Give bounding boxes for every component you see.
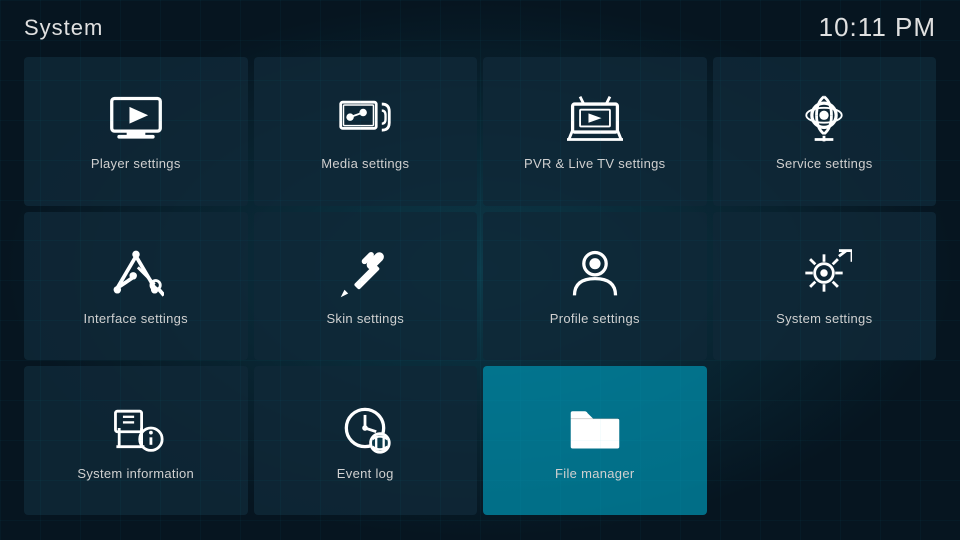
system-settings-icon bbox=[794, 246, 854, 301]
pvr-settings-icon bbox=[565, 91, 625, 146]
tile-service-settings[interactable]: Service settings bbox=[713, 57, 937, 206]
event-log-icon bbox=[335, 401, 395, 456]
tile-system-settings[interactable]: System settings bbox=[713, 212, 937, 361]
file-manager-label: File manager bbox=[555, 466, 634, 481]
header: System 10:11 PM bbox=[0, 0, 960, 51]
tile-player-settings[interactable]: Player settings bbox=[24, 57, 248, 206]
system-information-label: System information bbox=[77, 466, 194, 481]
skin-settings-label: Skin settings bbox=[326, 311, 404, 326]
app-title: System bbox=[24, 15, 103, 41]
tile-system-information[interactable]: System information bbox=[24, 366, 248, 515]
interface-settings-label: Interface settings bbox=[84, 311, 188, 326]
profile-settings-label: Profile settings bbox=[550, 311, 640, 326]
tile-profile-settings[interactable]: Profile settings bbox=[483, 212, 707, 361]
settings-grid: Player settings Media settings PVR & Liv… bbox=[0, 51, 960, 531]
player-settings-label: Player settings bbox=[91, 156, 181, 171]
system-settings-label: System settings bbox=[776, 311, 872, 326]
skin-settings-icon bbox=[335, 246, 395, 301]
tile-interface-settings[interactable]: Interface settings bbox=[24, 212, 248, 361]
tile-pvr-settings[interactable]: PVR & Live TV settings bbox=[483, 57, 707, 206]
player-settings-icon bbox=[106, 91, 166, 146]
service-settings-label: Service settings bbox=[776, 156, 873, 171]
file-manager-icon bbox=[565, 401, 625, 456]
profile-settings-icon bbox=[565, 246, 625, 301]
tile-skin-settings[interactable]: Skin settings bbox=[254, 212, 478, 361]
tile-media-settings[interactable]: Media settings bbox=[254, 57, 478, 206]
media-settings-icon bbox=[335, 91, 395, 146]
tile-file-manager[interactable]: File manager bbox=[483, 366, 707, 515]
tile-event-log[interactable]: Event log bbox=[254, 366, 478, 515]
clock: 10:11 PM bbox=[819, 12, 936, 43]
pvr-settings-label: PVR & Live TV settings bbox=[524, 156, 665, 171]
system-information-icon bbox=[106, 401, 166, 456]
media-settings-label: Media settings bbox=[321, 156, 409, 171]
service-settings-icon bbox=[794, 91, 854, 146]
interface-settings-icon bbox=[106, 246, 166, 301]
event-log-label: Event log bbox=[337, 466, 394, 481]
